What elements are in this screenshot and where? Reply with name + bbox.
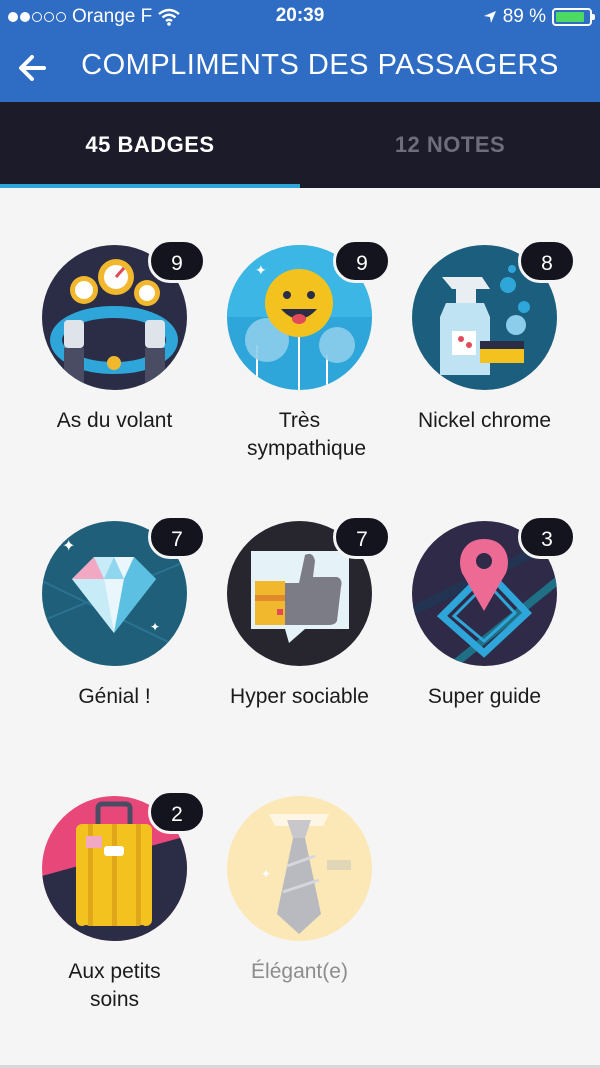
tab-bar: 45 BADGES 12 NOTES bbox=[0, 102, 600, 188]
tab-notes[interactable]: 12 NOTES bbox=[300, 102, 600, 188]
back-button[interactable] bbox=[14, 48, 54, 88]
battery-icon bbox=[552, 8, 595, 26]
badge-count: 2 bbox=[148, 790, 206, 834]
badge-count: 9 bbox=[333, 239, 391, 283]
svg-text:✦: ✦ bbox=[150, 620, 160, 634]
status-bar: Orange F 20:39 89 % bbox=[0, 0, 600, 34]
battery-percent: 89 % bbox=[502, 6, 546, 27]
tab-badges-label: 45 BADGES bbox=[85, 132, 215, 157]
badge-label: Élégant(e) bbox=[251, 960, 348, 983]
nav-bar: COMPLIMENTS DES PASSAGERS bbox=[0, 34, 600, 102]
badge-count: 7 bbox=[333, 515, 391, 559]
svg-text:✦: ✦ bbox=[255, 262, 267, 278]
badge-label: As du volant bbox=[56, 409, 173, 432]
back-arrow-icon bbox=[19, 55, 46, 81]
badge-count: 7 bbox=[148, 515, 206, 559]
svg-text:✦: ✦ bbox=[62, 538, 75, 555]
tab-badges[interactable]: 45 BADGES bbox=[0, 102, 300, 188]
badge-label: Génial ! bbox=[78, 685, 151, 708]
tab-notes-label: 12 NOTES bbox=[394, 132, 506, 157]
svg-text:✦: ✦ bbox=[261, 867, 271, 881]
location-arrow-icon bbox=[483, 11, 496, 23]
active-tab-indicator bbox=[0, 184, 300, 188]
tie-icon: ✦ bbox=[227, 796, 372, 941]
badge-label: Très sympathique bbox=[247, 409, 367, 460]
page-title: COMPLIMENTS DES PASSAGERS bbox=[81, 49, 559, 81]
badge-count: 3 bbox=[518, 515, 576, 559]
badge-label: Nickel chrome bbox=[417, 409, 552, 432]
badge-label: Super guide bbox=[427, 685, 542, 708]
badge-label: Aux petits soins bbox=[68, 960, 161, 1011]
badge-count: 9 bbox=[148, 239, 206, 283]
badge-count: 8 bbox=[518, 239, 576, 283]
badge-label: Hyper sociable bbox=[230, 685, 369, 708]
